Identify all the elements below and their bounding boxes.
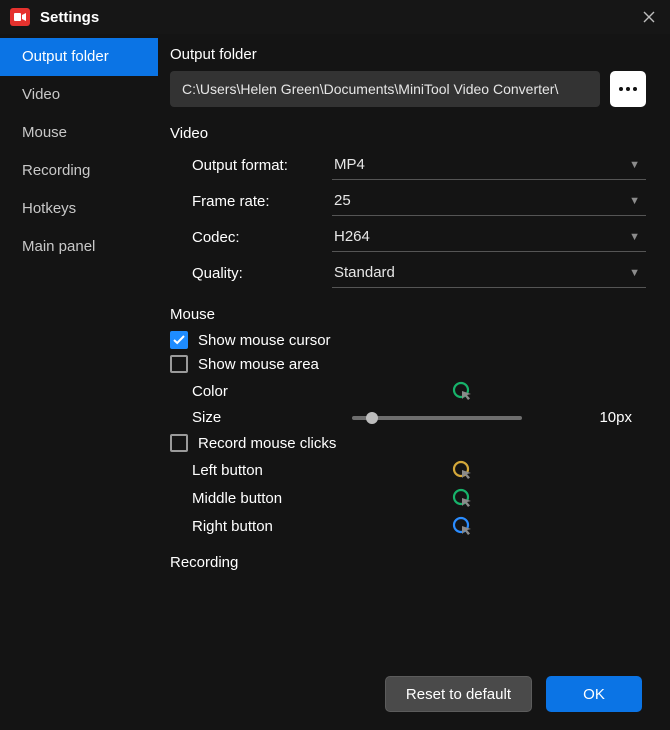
section-title: Output folder [170,46,646,63]
right-button-label: Right button [192,518,452,535]
sidebar-item-hotkeys[interactable]: Hotkeys [0,190,158,228]
settings-content: Output folder Video Output format: MP4 ▼ [170,46,652,664]
chevron-down-icon: ▼ [629,231,640,243]
output-format-dropdown[interactable]: MP4 ▼ [332,150,646,180]
sidebar-item-label: Video [22,86,60,103]
dropdown-value: H264 [334,228,370,245]
show-area-checkbox[interactable] [170,355,188,373]
check-icon [173,335,185,345]
sidebar-item-recording[interactable]: Recording [0,152,158,190]
chevron-down-icon: ▼ [629,195,640,207]
framerate-dropdown[interactable]: 25 ▼ [332,186,646,216]
output-format-label: Output format: [192,157,332,174]
middle-button-color-cursor-icon[interactable] [452,488,472,508]
record-clicks-checkbox[interactable] [170,434,188,452]
record-clicks-label: Record mouse clicks [198,435,336,452]
sidebar-item-video[interactable]: Video [0,76,158,114]
left-button-color-cursor-icon[interactable] [452,460,472,480]
app-icon [10,8,30,26]
dropdown-value: Standard [334,264,395,281]
show-area-label: Show mouse area [198,356,319,373]
section-title: Video [170,125,646,142]
section-recording: Recording [170,554,646,571]
show-cursor-label: Show mouse cursor [198,332,331,349]
color-swatch-cursor-icon[interactable] [452,381,472,401]
quality-label: Quality: [192,265,332,282]
close-icon [643,11,655,23]
chevron-down-icon: ▼ [629,267,640,279]
browse-button[interactable] [610,71,646,107]
section-mouse: Mouse Show mouse cursor Show mouse area … [170,306,646,536]
quality-dropdown[interactable]: Standard ▼ [332,258,646,288]
sidebar-item-label: Output folder [22,48,109,65]
sidebar-item-output-folder[interactable]: Output folder [0,38,158,76]
sidebar-item-label: Mouse [22,124,67,141]
button-label: OK [583,686,605,703]
title-bar: Settings [0,0,670,34]
size-label: Size [192,409,352,426]
chevron-down-icon: ▼ [629,159,640,171]
close-button[interactable] [632,0,666,34]
left-button-label: Left button [192,462,452,479]
ellipsis-icon [619,87,637,91]
reset-to-default-button[interactable]: Reset to default [385,676,532,712]
framerate-label: Frame rate: [192,193,332,210]
sidebar-item-main-panel[interactable]: Main panel [0,228,158,266]
window-title: Settings [40,9,99,26]
sidebar-item-label: Recording [22,162,90,179]
sidebar-item-label: Main panel [22,238,95,255]
section-output-folder: Output folder [170,46,646,107]
slider-thumb[interactable] [366,412,378,424]
sidebar-item-mouse[interactable]: Mouse [0,114,158,152]
middle-button-label: Middle button [192,490,452,507]
output-path-input[interactable] [170,71,600,107]
section-title: Recording [170,554,646,571]
color-label: Color [192,383,452,400]
footer: Reset to default OK [0,664,670,730]
codec-label: Codec: [192,229,332,246]
sidebar-item-label: Hotkeys [22,200,76,217]
show-cursor-checkbox[interactable] [170,331,188,349]
section-video: Video Output format: MP4 ▼ Frame rate: 2… [170,125,646,288]
size-value: 10px [582,409,632,426]
button-label: Reset to default [406,686,511,703]
sidebar: Output folder Video Mouse Recording Hotk… [0,34,158,664]
dropdown-value: MP4 [334,156,365,173]
codec-dropdown[interactable]: H264 ▼ [332,222,646,252]
ok-button[interactable]: OK [546,676,642,712]
section-title: Mouse [170,306,646,323]
dropdown-value: 25 [334,192,351,209]
right-button-color-cursor-icon[interactable] [452,516,472,536]
size-slider[interactable] [352,416,522,420]
